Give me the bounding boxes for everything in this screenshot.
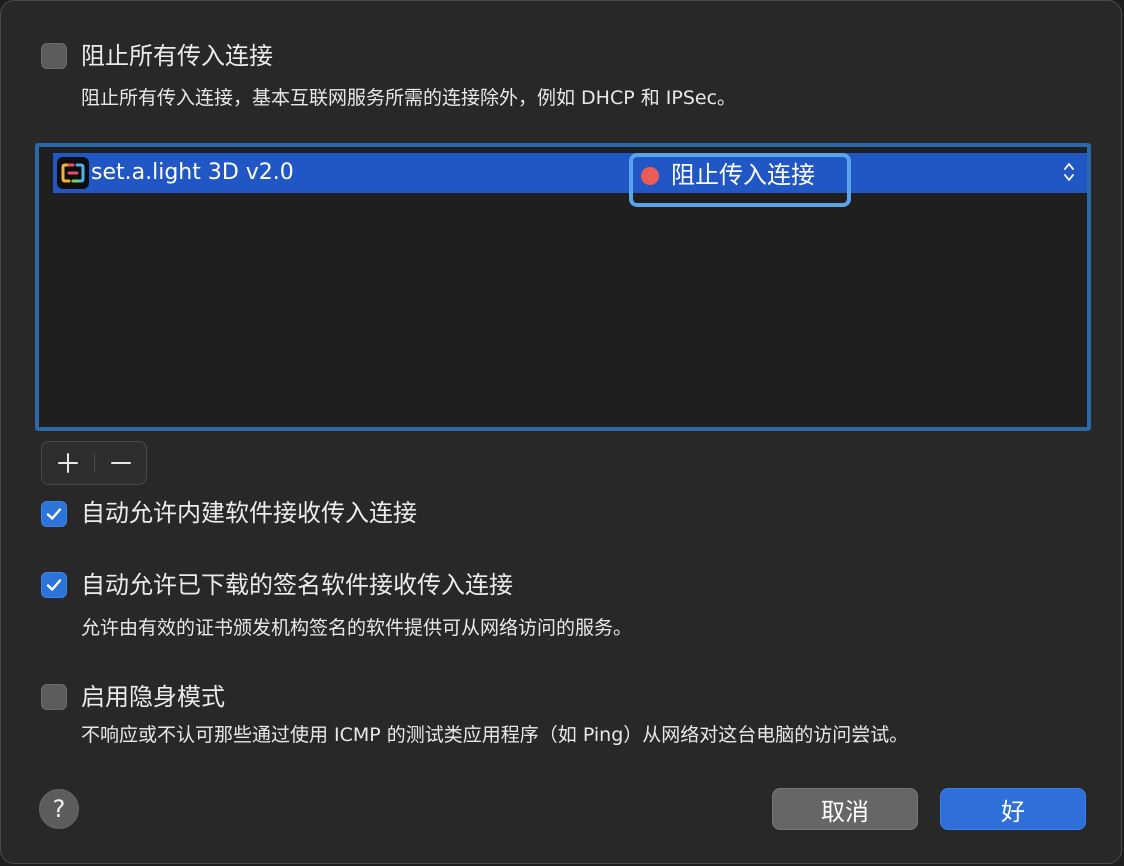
remove-app-button[interactable] xyxy=(95,442,147,484)
auto-allow-signed-label[interactable]: 自动允许已下载的签名软件接收传入连接 xyxy=(81,570,513,600)
block-all-checkbox[interactable] xyxy=(41,43,67,69)
status-red-dot-icon xyxy=(641,167,659,185)
plus-icon xyxy=(58,453,78,473)
checkmark-icon xyxy=(46,579,62,591)
add-remove-control xyxy=(41,441,147,485)
auto-allow-signed-description: 允许由有效的证书颁发机构签名的软件提供可从网络访问的服务。 xyxy=(81,617,633,639)
connection-status-select[interactable]: 阻止传入连接 xyxy=(629,153,851,207)
block-all-label[interactable]: 阻止所有传入连接 xyxy=(81,41,273,71)
app-name: set.a.light 3D v2.0 xyxy=(91,160,294,185)
help-button[interactable]: ? xyxy=(39,789,79,829)
auto-allow-builtin-checkbox[interactable] xyxy=(41,501,67,527)
question-mark-icon: ? xyxy=(52,795,66,823)
stealth-mode-label[interactable]: 启用隐身模式 xyxy=(81,682,225,712)
stealth-mode-checkbox[interactable] xyxy=(41,684,67,710)
add-app-button[interactable] xyxy=(42,442,94,484)
cancel-button[interactable]: 取消 xyxy=(772,788,918,830)
stealth-mode-description: 不响应或不认可那些通过使用 ICMP 的测试类应用程序（如 Ping）从网络对这… xyxy=(81,724,909,746)
connection-status-value: 阻止传入连接 xyxy=(671,161,815,189)
ok-button[interactable]: 好 xyxy=(940,788,1086,830)
minus-icon xyxy=(111,462,131,464)
firewall-options-sheet: 阻止所有传入连接 阻止所有传入连接，基本互联网服务所需的连接除外，例如 DHCP… xyxy=(0,0,1122,864)
auto-allow-builtin-label[interactable]: 自动允许内建软件接收传入连接 xyxy=(81,498,417,528)
auto-allow-signed-checkbox[interactable] xyxy=(41,572,67,598)
checkmark-icon xyxy=(46,508,62,520)
app-icon xyxy=(57,157,89,189)
app-list[interactable]: set.a.light 3D v2.0 阻止传入连接 xyxy=(35,143,1091,431)
app-list-row[interactable]: set.a.light 3D v2.0 阻止传入连接 xyxy=(53,153,1087,207)
chevron-up-down-icon[interactable] xyxy=(1063,161,1075,183)
block-all-description: 阻止所有传入连接，基本互联网服务所需的连接除外，例如 DHCP 和 IPSec。 xyxy=(81,87,737,109)
